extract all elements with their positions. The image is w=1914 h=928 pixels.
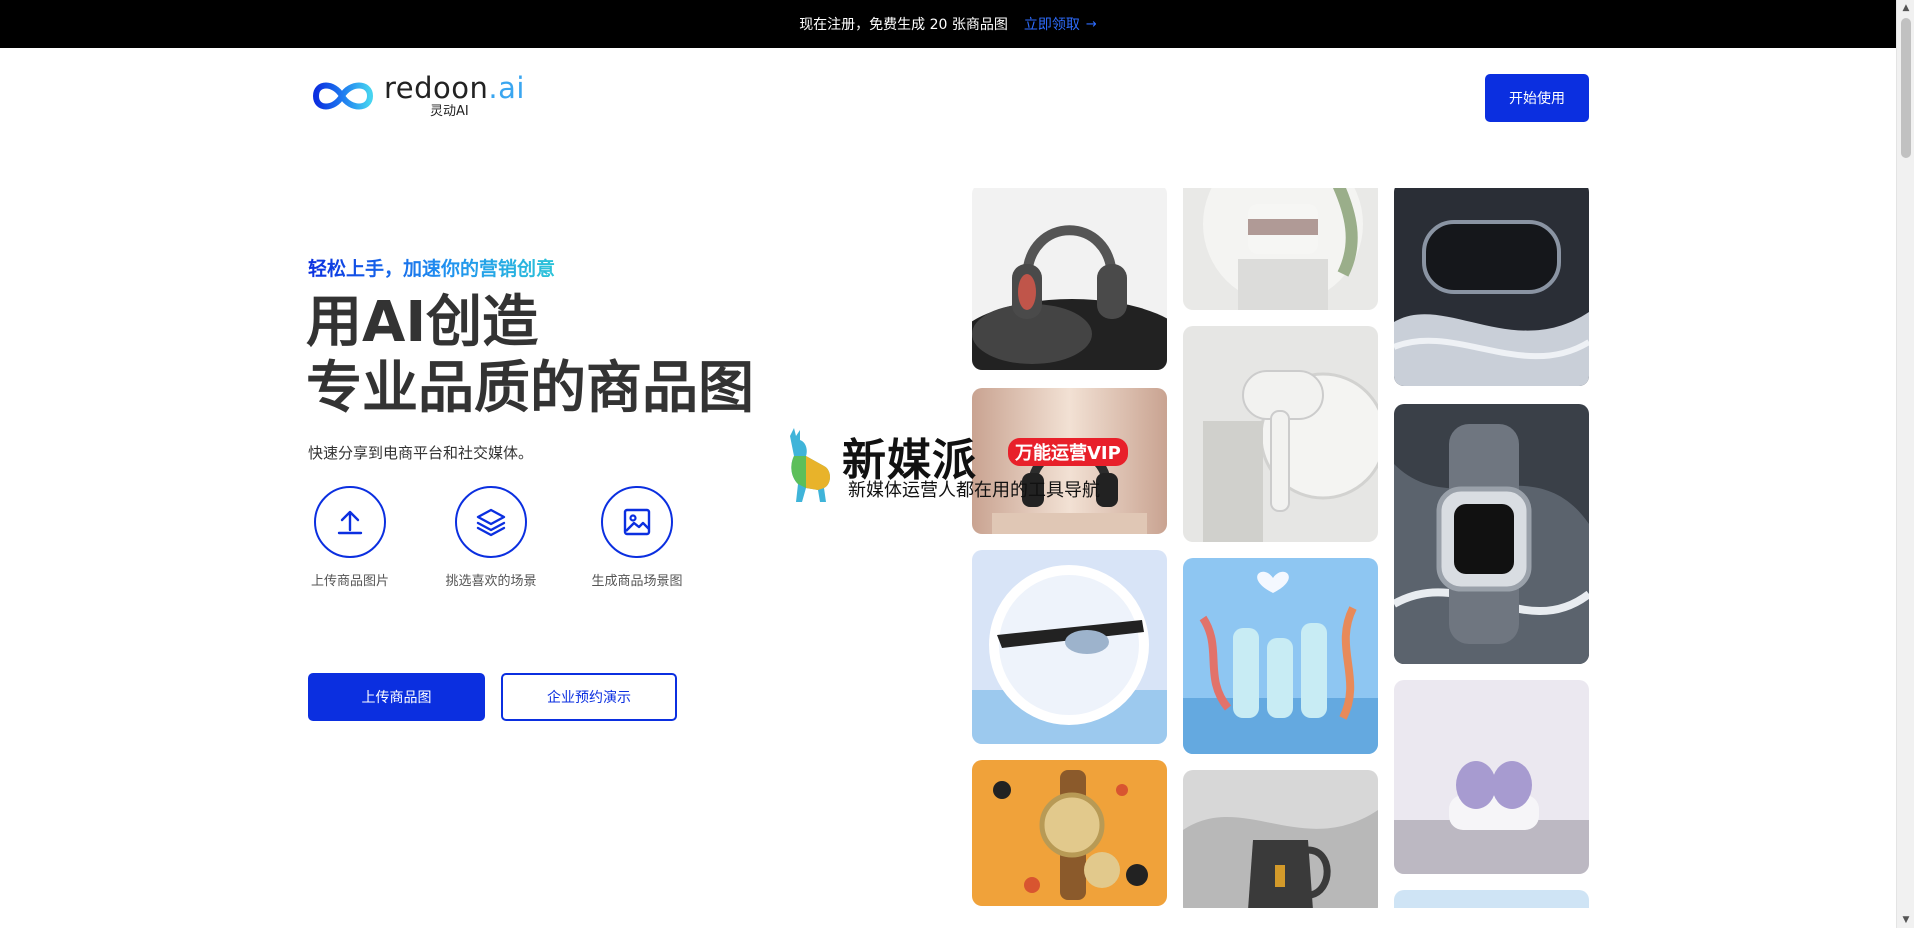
scrollbar-thumb[interactable] (1901, 18, 1911, 158)
logo-name-suffix: .ai (488, 71, 525, 105)
upload-icon (337, 510, 363, 535)
step-generate: 生成商品场景图 (588, 486, 686, 589)
step-upload: 上传商品图片 (308, 486, 392, 589)
scroll-down-icon[interactable]: ▼ (1897, 912, 1914, 928)
gallery-image-partial (1394, 890, 1589, 908)
step-choose-scene-label: 挑选喜欢的场景 (445, 574, 537, 589)
step-generate-circle (601, 486, 673, 558)
gallery-image-smart-glasses (972, 550, 1167, 744)
promo-banner-text: 现在注册，免费生成 20 张商品图 (799, 17, 1008, 33)
watermark-vip-badge: 万能运营VIP (1008, 438, 1128, 466)
logo-name: redoon (384, 71, 489, 105)
upload-product-image-button[interactable]: 上传商品图 (308, 673, 485, 721)
hero-subline: 快速分享到电商平台和社交媒体。 (308, 444, 534, 462)
promo-banner: 现在注册，免费生成 20 张商品图 立即领取 → (0, 0, 1896, 48)
logo-chinese-name: 灵动AI (430, 104, 469, 119)
brand-logo[interactable]: redoon.ai 灵动AI (308, 74, 525, 118)
layers-icon (476, 508, 506, 537)
page-scrollbar[interactable]: ▲ ▼ (1896, 0, 1914, 928)
product-gallery (972, 188, 1589, 908)
arrow-right-icon: → (1085, 16, 1097, 32)
book-demo-button[interactable]: 企业预约演示 (501, 673, 677, 721)
scroll-up-icon[interactable]: ▲ (1897, 0, 1914, 16)
gallery-image-kettle (1183, 770, 1378, 908)
step-upload-label: 上传商品图片 (310, 574, 389, 589)
infinity-logo-icon (312, 82, 374, 110)
gallery-image-headphones-smoke (972, 188, 1167, 370)
start-using-button[interactable]: 开始使用 (1485, 74, 1589, 122)
gallery-image-hair-dryer (1183, 326, 1378, 542)
step-choose-scene: 挑选喜欢的场景 (442, 486, 540, 589)
gallery-image-watch-orange (972, 760, 1167, 906)
hero-headline-line2: 专业品质的商品图 (306, 356, 754, 421)
image-icon (623, 508, 651, 536)
deer-logo-icon (790, 428, 830, 502)
watermark-overlay: 新媒派 万能运营VIP 新媒体运营人都在用的工具导航 (780, 424, 1140, 504)
hero-eyebrow: 轻松上手，加速你的营销创意 (308, 254, 555, 281)
hero-headline-line1: 用AI创造 (306, 290, 539, 355)
gallery-image-jar-podium (1183, 188, 1378, 310)
gallery-image-earbuds (1394, 680, 1589, 874)
gallery-image-bottles-blue (1183, 558, 1378, 754)
claim-now-label: 立即领取 (1023, 17, 1080, 33)
claim-now-link[interactable]: 立即领取 → (1024, 14, 1097, 34)
gallery-image-smartwatch (1394, 404, 1589, 664)
step-generate-label: 生成商品场景图 (591, 574, 683, 589)
step-choose-scene-circle (455, 486, 527, 558)
step-upload-circle (314, 486, 386, 558)
steps-row: 上传商品图片 挑选喜欢的场景 生成商品场景图 (308, 486, 686, 589)
watermark-subtitle: 新媒体运营人都在用的工具导航 (848, 480, 1100, 501)
gallery-image-vr-headset (1394, 188, 1589, 386)
hero-headline: 用AI创造 专业品质的商品图 (306, 290, 754, 422)
